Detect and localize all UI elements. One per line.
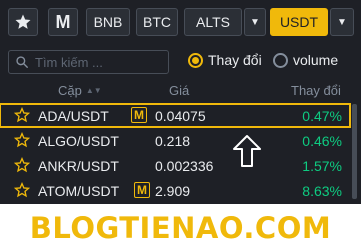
watermark-text: BLOGTIENAO.COM — [29, 210, 332, 245]
price-value: 0.04075 — [155, 108, 206, 124]
pair-name: ALGO/USDT — [38, 133, 119, 149]
tab-bnb-label: BNB — [93, 14, 123, 30]
margin-tab-label: M — [55, 11, 71, 32]
sort-icon: ▲▼ — [85, 86, 102, 95]
margin-badge: M — [131, 107, 147, 123]
tab-usdt[interactable]: USDT — [270, 8, 328, 36]
tab-btc[interactable]: BTC — [136, 8, 178, 36]
usdt-dropdown-button[interactable]: ▼ — [330, 8, 354, 36]
column-header-change[interactable]: Thay đổi — [291, 83, 341, 98]
table-row[interactable]: ALGO/USDT 0.218 0.46% — [0, 129, 350, 152]
margin-tab[interactable]: M — [48, 8, 78, 36]
change-value: 8.63% — [302, 183, 342, 199]
price-value: 2.909 — [155, 183, 191, 199]
column-header-price[interactable]: Giá — [169, 83, 189, 98]
radio-change-dot[interactable] — [188, 52, 203, 68]
column-header-change-label: Thay đổi — [291, 83, 341, 98]
market-panel: M BNB BTC ALTS ▼ USDT ▼ Thay đổi — [0, 0, 361, 204]
price-value: 0.218 — [155, 133, 191, 149]
radio-volume-label: volume — [293, 52, 339, 68]
star-icon[interactable] — [14, 132, 30, 148]
table-row[interactable]: ADA/USDT M 0.04075 0.47% — [0, 103, 351, 128]
tab-alts[interactable]: ALTS — [184, 8, 242, 36]
pair-name: ATOM/USDT — [38, 183, 120, 199]
watermark: BLOGTIENAO.COM — [0, 204, 361, 251]
search-input[interactable] — [35, 54, 165, 70]
star-icon — [15, 14, 31, 29]
change-value: 0.47% — [302, 108, 342, 124]
radio-volume[interactable]: volume — [273, 52, 338, 68]
alts-dropdown-button[interactable]: ▼ — [244, 8, 266, 36]
radio-change-label: Thay đổi — [208, 52, 262, 68]
tab-btc-label: BTC — [143, 14, 171, 30]
table-row[interactable]: ANKR/USDT 0.002336 1.57% — [0, 154, 350, 177]
search-box[interactable] — [8, 50, 169, 74]
pair-name: ADA/USDT — [38, 108, 109, 124]
change-value: 1.57% — [302, 158, 342, 174]
tab-usdt-label: USDT — [279, 14, 319, 30]
column-header-pair-label: Cặp — [58, 83, 82, 98]
pair-name: ANKR/USDT — [38, 158, 119, 174]
radio-change[interactable]: Thay đổi — [188, 52, 262, 68]
tab-bnb[interactable]: BNB — [86, 8, 130, 36]
column-header-price-label: Giá — [169, 83, 190, 98]
caret-down-icon: ▼ — [250, 16, 260, 28]
column-header-pair[interactable]: Cặp ▲▼ — [58, 83, 102, 98]
tab-alts-label: ALTS — [196, 14, 230, 30]
favorites-tab[interactable] — [8, 8, 38, 36]
scrollbar[interactable] — [352, 104, 357, 199]
margin-badge: M — [134, 182, 150, 198]
table-row[interactable]: ATOM/USDT M 2.909 8.63% — [0, 179, 350, 202]
star-icon[interactable] — [14, 157, 30, 173]
quote-tab-bar: M BNB BTC ALTS ▼ USDT ▼ — [0, 0, 361, 44]
price-value: 0.002336 — [155, 158, 214, 174]
change-value: 0.46% — [302, 133, 342, 149]
star-icon[interactable] — [14, 107, 30, 123]
caret-down-icon: ▼ — [337, 16, 347, 28]
search-icon — [16, 56, 28, 68]
arrow-up-icon — [233, 135, 261, 167]
radio-volume-dot[interactable] — [273, 52, 288, 68]
star-icon[interactable] — [14, 182, 30, 198]
